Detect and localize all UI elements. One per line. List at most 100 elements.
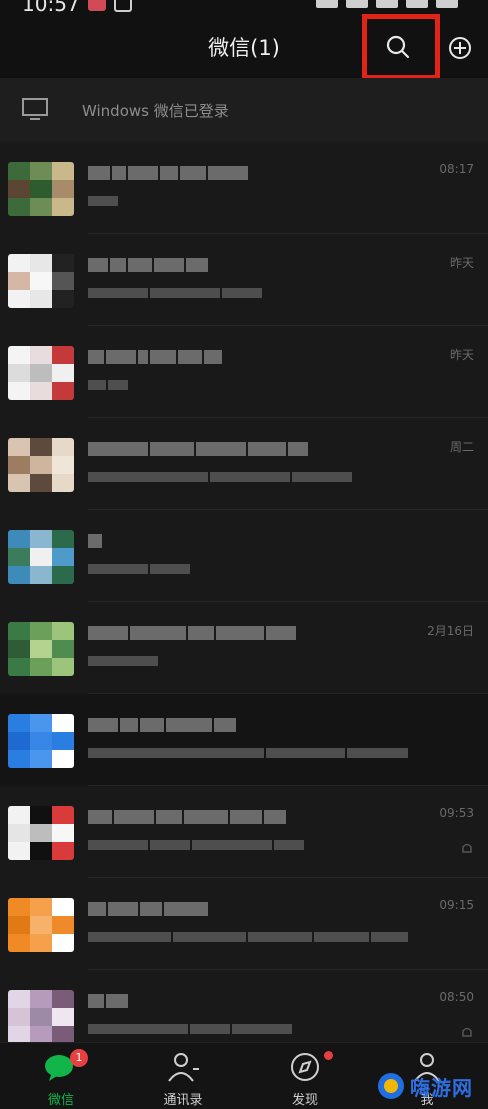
status-time: 10:57 <box>22 0 80 16</box>
avatar <box>8 714 74 768</box>
avatar-pixel <box>30 824 52 842</box>
chat-item[interactable]: 09:53 <box>0 786 488 878</box>
avatar-pixel <box>52 566 74 584</box>
chat-item[interactable]: 2月16日 <box>0 602 488 694</box>
redacted-block <box>112 166 126 180</box>
redacted-block <box>180 166 206 180</box>
mute-bell-icon <box>462 1027 472 1037</box>
tab-chats[interactable]: 1 微信 <box>0 1043 122 1109</box>
avatar-pixel <box>52 530 74 548</box>
redacted-block <box>216 626 264 640</box>
alarm-icon <box>316 0 338 8</box>
avatar-pixel <box>8 254 30 272</box>
avatar-pixel <box>52 198 74 216</box>
tab-contacts[interactable]: 通讯录 <box>122 1043 244 1109</box>
redacted-block <box>232 1024 292 1034</box>
redacted-block <box>314 932 370 942</box>
redacted-block <box>128 166 158 180</box>
redacted-block <box>248 932 313 942</box>
chat-item[interactable] <box>0 694 488 786</box>
avatar-pixel <box>30 732 52 750</box>
monitor-icon <box>22 98 48 120</box>
avatar-pixel <box>52 438 74 456</box>
redacted-block <box>184 810 228 824</box>
avatar-pixel <box>8 290 30 308</box>
add-icon[interactable] <box>448 36 472 60</box>
chat-item[interactable]: 周二 <box>0 418 488 510</box>
chat-time: 周二 <box>449 440 474 454</box>
battery-icon <box>436 0 458 8</box>
chat-name-redacted <box>88 534 388 552</box>
redacted-block <box>150 350 176 364</box>
avatar-pixel <box>52 750 74 768</box>
chat-item[interactable]: 08:17 <box>0 142 488 234</box>
redacted-block <box>88 932 171 942</box>
tab-label-contacts: 通讯录 <box>163 1093 203 1108</box>
redacted-block <box>154 258 184 272</box>
avatar-pixel <box>8 824 30 842</box>
device-login-bar[interactable]: Windows 微信已登录 <box>0 78 488 142</box>
chat-item[interactable]: 昨天 <box>0 234 488 326</box>
avatar <box>8 346 74 400</box>
redacted-block <box>88 840 148 850</box>
avatar-pixel <box>8 732 30 750</box>
avatar-pixel <box>52 714 74 732</box>
avatar-pixel <box>30 658 52 676</box>
chat-preview-redacted <box>88 562 408 576</box>
avatar-pixel <box>30 530 52 548</box>
redacted-block <box>288 442 308 456</box>
avatar-pixel <box>52 456 74 474</box>
redacted-block <box>150 442 194 456</box>
avatar-pixel <box>8 198 30 216</box>
avatar-pixel <box>30 438 52 456</box>
tab-discover[interactable]: 发现 <box>244 1043 366 1109</box>
redacted-block <box>192 840 272 850</box>
avatar-pixel <box>30 290 52 308</box>
redacted-block <box>292 472 352 482</box>
chat-preview-redacted <box>88 930 408 944</box>
chat-time: 2月16日 <box>427 624 474 638</box>
chat-item[interactable]: 昨天 <box>0 326 488 418</box>
avatar-pixel <box>8 162 30 180</box>
chat-name-redacted <box>88 442 388 460</box>
redacted-block <box>208 166 248 180</box>
avatar-pixel <box>52 916 74 934</box>
redacted-block <box>108 902 138 916</box>
redacted-block <box>88 350 104 364</box>
chat-preview-redacted <box>88 746 408 760</box>
avatar-pixel <box>30 898 52 916</box>
avatar-pixel <box>8 474 30 492</box>
avatar <box>8 622 74 676</box>
redacted-block <box>172 932 246 942</box>
redacted-block <box>88 810 112 824</box>
avatar-pixel <box>8 382 30 400</box>
redacted-block <box>160 166 178 180</box>
chat-item[interactable]: 09:15 <box>0 878 488 970</box>
avatar-pixel <box>8 456 30 474</box>
avatar-pixel <box>30 916 52 934</box>
redacted-block <box>88 196 118 206</box>
device-login-label: Windows 微信已登录 <box>82 102 229 120</box>
avatar-pixel <box>30 990 52 1008</box>
avatar-pixel <box>8 566 30 584</box>
wifi-icon <box>346 0 368 8</box>
redacted-block <box>222 288 262 298</box>
chat-name-redacted <box>88 810 388 828</box>
chat-preview-redacted <box>88 654 408 668</box>
avatar <box>8 530 74 584</box>
chat-name-redacted <box>88 994 388 1012</box>
chat-item[interactable] <box>0 510 488 602</box>
avatar-pixel <box>52 548 74 566</box>
avatar-pixel <box>8 530 30 548</box>
redacted-block <box>164 902 208 916</box>
chat-name-redacted <box>88 258 388 276</box>
avatar-pixel <box>52 1008 74 1026</box>
redacted-block <box>88 442 148 456</box>
avatar-pixel <box>8 346 30 364</box>
redacted-block <box>88 656 158 666</box>
redacted-block <box>264 810 286 824</box>
avatar-pixel <box>8 364 30 382</box>
chat-preview-redacted <box>88 838 408 852</box>
avatar-pixel <box>30 566 52 584</box>
redacted-block <box>140 902 162 916</box>
